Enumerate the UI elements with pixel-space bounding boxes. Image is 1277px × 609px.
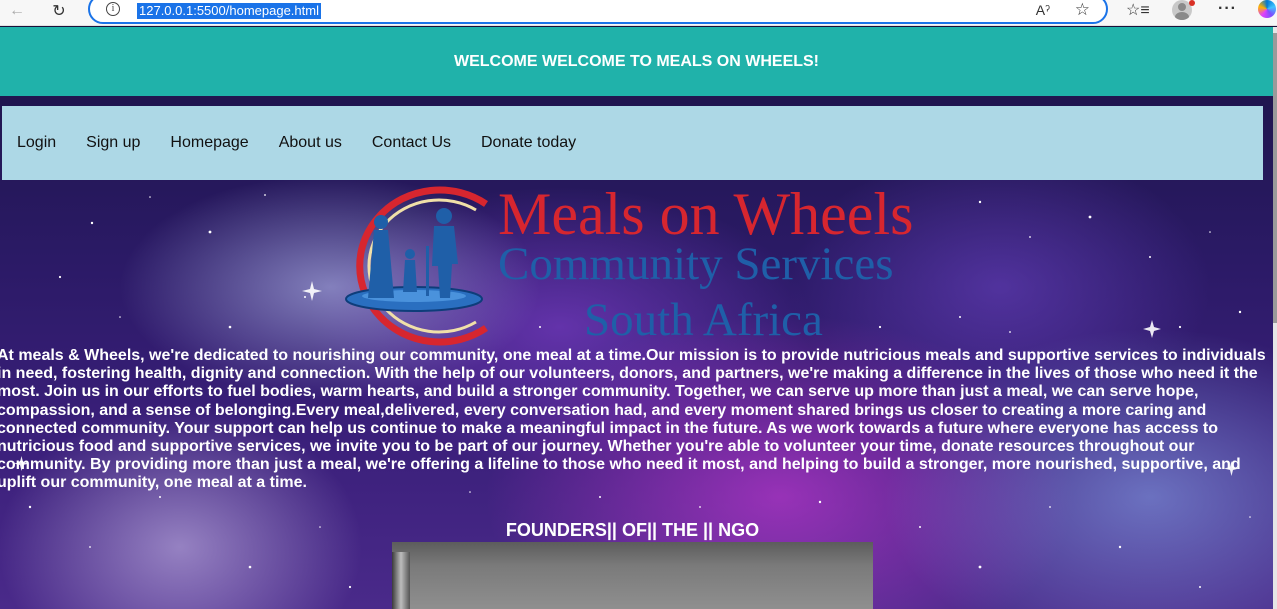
founders-photo — [392, 542, 873, 609]
url-text[interactable]: 127.0.0.1:5500/homepage.html — [137, 3, 321, 19]
page-title: WELCOME WELCOME TO MEALS ON WHEELS! — [453, 52, 820, 70]
scrollbar-thumb[interactable] — [1273, 33, 1277, 323]
photo-edge-detail — [392, 552, 410, 609]
nav-link-donate-today[interactable]: Donate today — [481, 134, 576, 152]
info-icon[interactable]: i — [106, 2, 120, 16]
reload-icon[interactable]: ↻ — [46, 0, 72, 22]
meals-on-wheels-logo: Meals on Wheels Community Services South… — [326, 181, 946, 351]
nav-link-about-us[interactable]: About us — [279, 134, 342, 152]
favorites-list-icon[interactable]: ☆≡ — [1126, 0, 1150, 20]
logo-country-line: South Africa — [584, 294, 823, 346]
favorite-star-icon[interactable]: ☆ — [1075, 0, 1090, 20]
main-nav: Login Sign up Homepage About us Contact … — [2, 106, 1263, 180]
back-arrow-icon[interactable]: ← — [4, 0, 30, 22]
read-aloud-icon[interactable]: Aˀ — [1036, 2, 1050, 18]
page-viewport: WELCOME WELCOME TO MEALS ON WHEELS! Logi… — [0, 27, 1277, 609]
copilot-icon[interactable] — [1258, 0, 1276, 18]
address-bar[interactable]: i 127.0.0.1:5500/homepage.html Aˀ ☆ — [88, 0, 1108, 24]
page-scrollbar[interactable] — [1273, 27, 1277, 609]
browser-toolbar: ← ↻ i 127.0.0.1:5500/homepage.html Aˀ ☆ … — [0, 0, 1277, 26]
nav-link-sign-up[interactable]: Sign up — [86, 134, 140, 152]
logo-subtitle-line: Community Services — [498, 238, 894, 290]
family-plate-emblem-icon — [345, 186, 488, 346]
nav-link-contact-us[interactable]: Contact Us — [372, 134, 451, 152]
notification-dot-icon — [1189, 0, 1195, 6]
welcome-header: WELCOME WELCOME TO MEALS ON WHEELS! — [0, 27, 1273, 96]
nav-link-login[interactable]: Login — [17, 134, 56, 152]
nav-link-homepage[interactable]: Homepage — [170, 134, 248, 152]
more-options-icon[interactable]: ··· — [1218, 0, 1237, 20]
mission-statement: At meals & Wheels, we're dedicated to no… — [0, 347, 1266, 492]
founders-heading: FOUNDERS|| OF|| THE || NGO — [505, 520, 760, 540]
